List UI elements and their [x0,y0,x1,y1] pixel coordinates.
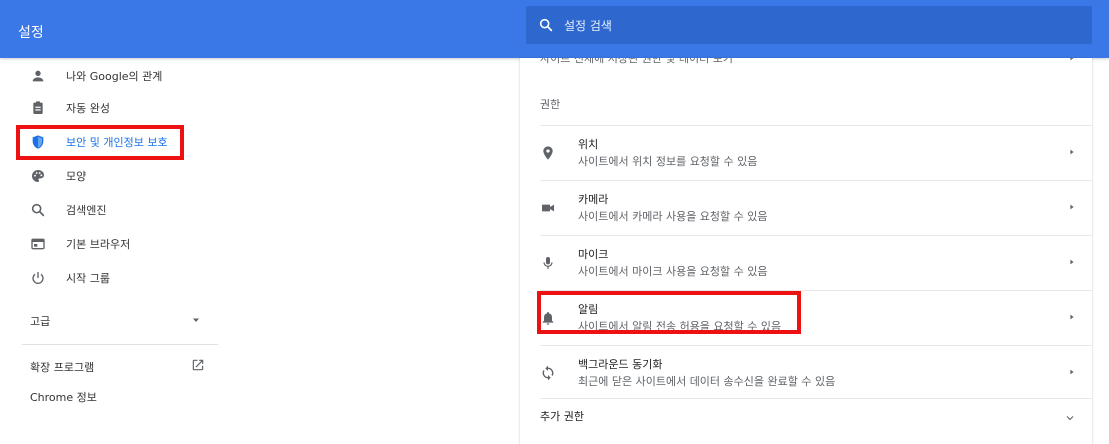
row-title: 알림 [578,303,599,316]
permission-row-notifications[interactable]: 알림 사이트에서 알림 전송 허용을 요청할 수 있음 [520,290,1092,345]
clipboard-icon [33,101,43,114]
row-title: 위치 [578,138,599,151]
permission-row-camera[interactable]: 카메라 사이트에서 카메라 사용을 요청할 수 있음 [520,180,1092,235]
sidebar: 나와 Google의 관계 자동 완성 보안 및 개인정보 보호 모양 검색엔진… [0,58,230,444]
bell-icon [542,312,554,325]
sidebar-item-label: 시작 그룹 [66,272,110,285]
permissions-heading: 권한 [540,98,561,111]
sidebar-item-you-and-google[interactable]: 나와 Google의 관계 [0,60,230,92]
search-input[interactable] [562,6,1076,46]
shield-icon [32,135,44,149]
sidebar-item-label: 기본 브라우저 [66,238,131,251]
row-divider [540,345,1092,346]
arrow-right-icon [1070,149,1074,155]
row-subtitle: 최근에 닫은 사이트에서 데이터 송수신을 완료할 수 있음 [578,375,836,388]
sidebar-item-label: 모양 [66,170,87,183]
sidebar-item-search-engine[interactable]: 검색엔진 [0,194,230,226]
row-subtitle: 사이트에서 마이크 사용을 요청할 수 있음 [578,265,768,278]
row-divider [540,398,1092,399]
sidebar-advanced-toggle[interactable]: 고급 [0,305,230,335]
arrow-right-icon [1070,204,1074,210]
row-subtitle: 사이트에서 알림 전송 허용을 요청할 수 있음 [578,320,782,333]
sidebar-item-autofill[interactable]: 자동 완성 [0,92,230,124]
open-in-new-icon [192,359,204,371]
chevron-down-icon [1066,416,1074,421]
row-title: 백그라운드 동기화 [578,358,663,371]
permission-row-background-sync[interactable]: 백그라운드 동기화 최근에 닫은 사이트에서 데이터 송수신을 완료할 수 있음 [520,345,1092,400]
sidebar-item-about-chrome[interactable]: Chrome 정보 [0,384,230,410]
more-permissions-toggle[interactable]: 추가 권한 [520,398,1092,444]
row-divider [540,180,1092,181]
arrow-right-icon [1070,314,1074,320]
caret-down-icon [193,318,199,322]
page-title: 설정 [18,25,44,41]
power-icon [32,272,44,284]
sidebar-item-default-browser[interactable]: 기본 브라우저 [0,228,230,260]
sidebar-item-label: 나와 Google의 관계 [66,70,163,83]
row-divider [540,290,1092,291]
sidebar-item-security[interactable]: 보안 및 개인정보 보호 [0,126,230,158]
arrow-right-icon [1070,58,1074,61]
sidebar-item-label: 보안 및 개인정보 보호 [66,136,168,149]
sidebar-item-label: 검색엔진 [66,204,107,217]
row-divider [540,235,1092,236]
search-box[interactable] [526,6,1092,46]
row-subtitle: 사이트에서 위치 정보를 요청할 수 있음 [578,155,758,168]
sidebar-item-extensions[interactable]: 확장 프로그램 [0,351,230,381]
row-subtitle: 사이트에서 카메라 사용을 요청할 수 있음 [578,210,768,223]
row-divider [540,125,1092,126]
person-icon [32,70,44,82]
arrow-right-icon [1070,369,1074,375]
camera-icon [542,204,554,212]
location-icon [543,146,553,160]
search-icon [31,203,45,217]
permission-row-location[interactable]: 위치 사이트에서 위치 정보를 요청할 수 있음 [520,125,1092,180]
search-icon [539,18,553,32]
more-permissions-label: 추가 권한 [540,410,584,423]
arrow-right-icon [1070,259,1074,265]
microphone-icon [543,257,553,269]
top-bar: 설정 [0,0,1109,58]
sidebar-divider [22,344,218,345]
sync-icon [542,365,554,381]
browser-icon [31,238,45,250]
permissions-card: 사이트 전체에 저장된 권한 및 데이터 보기 권한 위치 사이트에서 위치 정… [520,58,1092,444]
permission-row-microphone[interactable]: 마이크 사이트에서 마이크 사용을 요청할 수 있음 [520,235,1092,290]
extensions-label: 확장 프로그램 [30,361,95,374]
sidebar-item-on-startup[interactable]: 시작 그룹 [0,262,230,294]
site-data-link-text[interactable]: 사이트 전체에 저장된 권한 및 데이터 보기 [540,58,733,66]
advanced-label: 고급 [30,315,51,328]
row-title: 카메라 [578,193,609,206]
about-label: Chrome 정보 [30,391,97,404]
palette-icon [31,170,44,182]
row-title: 마이크 [578,248,609,261]
sidebar-item-label: 자동 완성 [66,102,110,115]
sidebar-item-appearance[interactable]: 모양 [0,160,230,192]
